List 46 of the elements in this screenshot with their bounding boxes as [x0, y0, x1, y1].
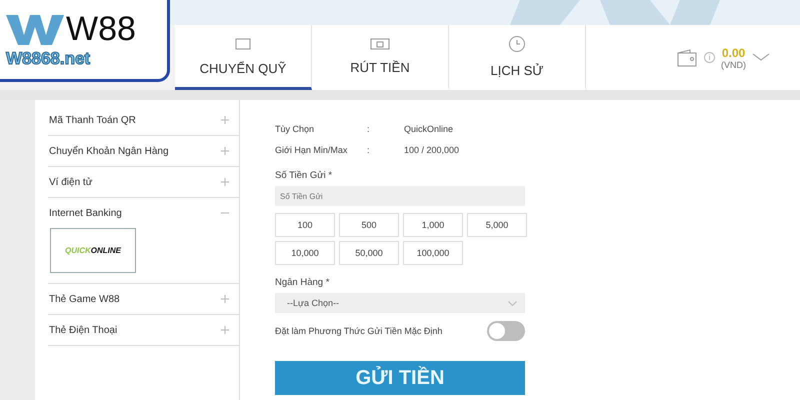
- history-icon: [508, 34, 526, 52]
- payment-category[interactable]: Internet Banking: [49, 198, 229, 228]
- field-label: Số Tiền Gửi *: [275, 170, 334, 181]
- amount-preset[interactable]: 1,000: [403, 213, 463, 237]
- amount-preset[interactable]: 100: [275, 213, 335, 237]
- payment-category[interactable]: Thẻ Điện Thoại: [49, 315, 229, 345]
- chevron-down-icon: [508, 300, 517, 306]
- currency-label: (VND): [721, 60, 746, 70]
- separator: :: [367, 144, 371, 154]
- payment-category[interactable]: Mã Thanh Toán QR: [49, 105, 229, 135]
- chevron-down-icon[interactable]: [752, 53, 770, 62]
- info-label: Giới Hạn Min/Max: [275, 144, 348, 154]
- money-transfer-icon: [234, 36, 252, 50]
- nav-tab[interactable]: CHUYỂN QUỸ: [175, 25, 312, 90]
- plus-icon: [221, 116, 229, 124]
- info-value: QuickOnline: [404, 124, 454, 134]
- payment-category[interactable]: Ví điện tử: [49, 167, 229, 197]
- separator: :: [367, 124, 371, 134]
- nav-tab[interactable]: RÚT TIỀN: [312, 25, 449, 90]
- plus-icon: [221, 178, 229, 186]
- info-value: 100 / 200,000: [404, 144, 460, 154]
- domain-name: W8868.net: [6, 49, 92, 69]
- plus-icon: [221, 326, 229, 334]
- default-method-toggle[interactable]: [487, 321, 525, 341]
- amount-preset[interactable]: 500: [339, 213, 399, 237]
- wallet-icon: [676, 48, 698, 66]
- amount-preset[interactable]: 10,000: [275, 241, 335, 265]
- field-label: Ngân Hàng *: [275, 277, 330, 288]
- info-label: Tùy Chọn: [275, 124, 316, 134]
- toggle-label: Đặt làm Phương Thức Gửi Tiền Mặc Định: [275, 326, 442, 336]
- balance-amount: 0.00: [722, 46, 746, 60]
- amount-preset[interactable]: 50,000: [339, 241, 399, 265]
- amount-preset[interactable]: 5,000: [467, 213, 527, 237]
- amount-field[interactable]: Số Tiền Gửi: [275, 186, 525, 206]
- plus-icon: [221, 295, 229, 303]
- quickonline-logo[interactable]: QUICKONLINE: [50, 228, 136, 273]
- nav-tab[interactable]: LỊCH SỬ: [449, 25, 586, 90]
- payment-category[interactable]: Thẻ Game W88: [49, 284, 229, 314]
- brand-name: W88: [66, 10, 136, 49]
- plus-icon: [221, 147, 229, 155]
- bank-select[interactable]: --Lựa Chọn--: [275, 293, 525, 313]
- minus-icon: [221, 212, 229, 214]
- cash-icon: [370, 38, 390, 50]
- w-logo-icon: [6, 12, 64, 46]
- payment-category[interactable]: Chuyển Khoản Ngân Hàng: [49, 136, 229, 166]
- amount-preset[interactable]: 100,000: [403, 241, 463, 265]
